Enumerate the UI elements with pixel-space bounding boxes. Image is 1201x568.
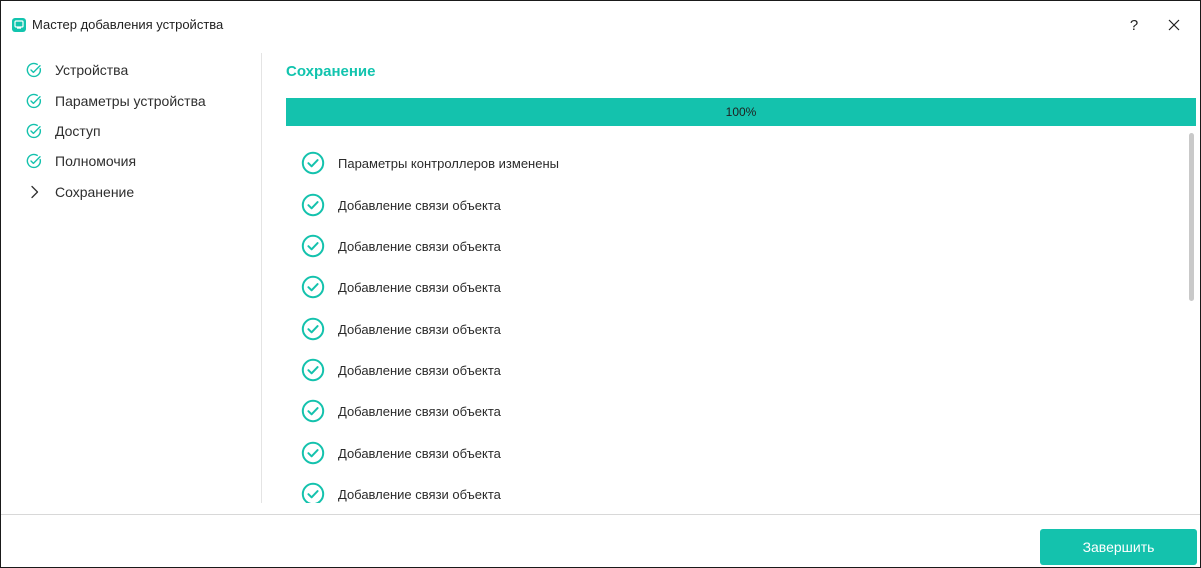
- help-button[interactable]: ?: [1124, 14, 1144, 36]
- step-label: Сохранение: [55, 184, 135, 200]
- wizard-window: Мастер добавления устройства ? Устройств…: [0, 0, 1201, 568]
- success-check-icon: [300, 357, 326, 383]
- step-device-parameters[interactable]: Параметры устройства: [25, 91, 206, 111]
- success-check-icon: [300, 192, 326, 218]
- steps-divider: [261, 53, 262, 503]
- log-item-text: Добавление связи объекта: [338, 321, 501, 337]
- check-circle-icon: [25, 152, 43, 170]
- log-item: Добавление связи объекта: [300, 315, 501, 343]
- step-label: Доступ: [55, 123, 101, 139]
- footer-divider: [1, 514, 1200, 515]
- log-item-text: Добавление связи объекта: [338, 197, 501, 213]
- step-label: Устройства: [55, 62, 129, 78]
- step-label: Полномочия: [55, 153, 137, 169]
- log-item-text: Добавление связи объекта: [338, 403, 501, 419]
- log-item: Добавление связи объекта: [300, 356, 501, 384]
- section-title: Сохранение: [286, 63, 376, 80]
- log-item: Добавление связи объекта: [300, 273, 501, 301]
- log-item-text: Добавление связи объекта: [338, 445, 501, 461]
- log-scrollbar[interactable]: [1189, 131, 1194, 503]
- log-item: Добавление связи объекта: [300, 439, 501, 467]
- success-check-icon: [300, 233, 326, 259]
- check-circle-icon: [25, 61, 43, 79]
- check-circle-icon: [25, 92, 43, 110]
- title-bar: Мастер добавления устройства ?: [1, 1, 1200, 50]
- success-check-icon: [300, 316, 326, 342]
- success-check-icon: [300, 274, 326, 300]
- log-item: Параметры контроллеров изменены: [300, 149, 559, 177]
- progress-label: 100%: [725, 105, 757, 119]
- save-log-list: Параметры контроллеров изменены Добавлени…: [286, 131, 1181, 503]
- step-saving[interactable]: Сохранение: [25, 182, 134, 202]
- log-item-text: Добавление связи объекта: [338, 279, 501, 295]
- log-item: Добавление связи объекта: [300, 397, 501, 425]
- log-item: Добавление связи объекта: [300, 191, 501, 219]
- success-check-icon: [300, 398, 326, 424]
- app-logo-icon: [12, 18, 26, 32]
- step-permissions[interactable]: Полномочия: [25, 151, 136, 171]
- log-item: Добавление связи объекта: [300, 232, 501, 260]
- window-title: Мастер добавления устройства: [32, 17, 224, 32]
- log-item-text: Добавление связи объекта: [338, 362, 501, 378]
- log-item-text: Добавление связи объекта: [338, 238, 501, 254]
- log-item-text: Добавление связи объекта: [338, 486, 501, 502]
- scrollbar-thumb[interactable]: [1189, 133, 1194, 301]
- wizard-steps: [1, 50, 261, 504]
- step-devices[interactable]: Устройства: [25, 60, 128, 80]
- close-icon: [1168, 19, 1180, 31]
- finish-button[interactable]: Завершить: [1040, 529, 1197, 565]
- check-circle-icon: [25, 122, 43, 140]
- step-access[interactable]: Доступ: [25, 121, 101, 141]
- chevron-right-icon: [25, 183, 43, 201]
- log-item: Добавление связи объекта: [300, 480, 501, 503]
- success-check-icon: [300, 440, 326, 466]
- success-check-icon: [300, 481, 326, 503]
- success-check-icon: [300, 150, 326, 176]
- progress-bar: 100%: [286, 98, 1196, 126]
- log-item-text: Параметры контроллеров изменены: [338, 155, 559, 171]
- step-label: Параметры устройства: [55, 93, 206, 109]
- close-button[interactable]: [1163, 14, 1185, 36]
